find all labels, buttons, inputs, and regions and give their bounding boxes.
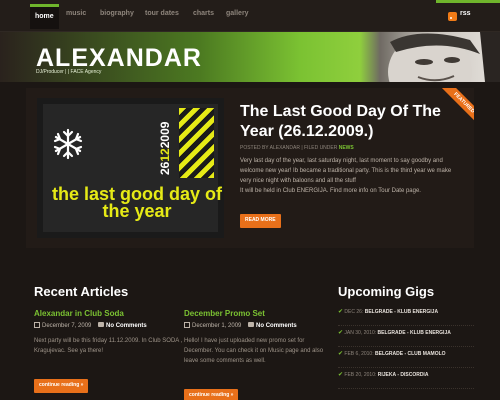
read-more-button[interactable]: READ MORE <box>240 214 281 228</box>
rss-link[interactable]: rss <box>460 10 471 17</box>
comment-icon <box>248 322 255 327</box>
poster-date: 26122009 <box>155 105 177 175</box>
nav-item-home[interactable]: home <box>30 4 59 29</box>
gig-venue: RIJEKA - DISCORDIA <box>377 372 429 378</box>
comment-icon <box>98 322 105 327</box>
poster-date-month: 12 <box>158 148 172 162</box>
nav-accent-bar <box>436 0 500 3</box>
gig-venue: BELGRADE - KLUB ENERGIJA <box>364 309 439 315</box>
nav-item-music[interactable]: music <box>66 10 86 17</box>
gig-date: FEB 20, 2010: <box>344 372 377 378</box>
article-excerpt: Next party will be this friday 11.12.200… <box>34 338 183 354</box>
poster-headline: the last good day of the year <box>52 184 223 221</box>
nav-item-biography[interactable]: biography <box>100 10 134 17</box>
article-meta: December 7, 2009 No Comments <box>34 322 147 329</box>
article-title[interactable]: Alexandar in Club Soda <box>34 309 124 318</box>
gig-item[interactable]: ✔ DEC 26: BELGRADE - KLUB ENERGIJA <box>338 306 474 326</box>
gig-item[interactable]: ✔ JAN 30, 2010: BELGRADE - KLUB ENERGIJA <box>338 327 474 347</box>
checkmark-icon: ✔ <box>338 309 344 315</box>
site-tagline: DJ/Producer | | FACE Agency <box>36 69 102 75</box>
continue-reading-button[interactable]: continue reading » <box>184 389 239 400</box>
article-excerpt: Hello! I have just uploaded new promo se… <box>184 338 324 364</box>
snowflake-icon <box>53 128 83 160</box>
article-date: December 7, 2009 <box>42 323 92 329</box>
nav-item-charts[interactable]: charts <box>193 10 214 17</box>
upcoming-gigs-heading: Upcoming Gigs <box>338 284 435 299</box>
recent-articles-heading: Recent Articles <box>34 284 129 299</box>
featured-excerpt-line2: It will be held in Club ENERGIJA. Find m… <box>240 188 421 194</box>
nav-item-gallery[interactable]: gallery <box>226 10 249 17</box>
featured-category-link[interactable]: NEWS <box>339 145 354 151</box>
gig-date: DEC 26: <box>344 309 364 315</box>
gig-item[interactable]: ✔ FEB 20, 2010: RIJEKA - DISCORDIA <box>338 369 474 389</box>
featured-excerpt-line1: Very last day of the year, last saturday… <box>240 158 452 184</box>
poster-date-day: 26 <box>158 161 172 175</box>
gig-venue: BELGRADE - CLUB MAMOLO <box>375 351 446 357</box>
article-comments-link[interactable]: No Comments <box>106 323 147 329</box>
featured-meta-prefix: POSTED BY ALEXANDAR | FILED UNDER <box>240 145 338 151</box>
checkmark-icon: ✔ <box>338 372 344 378</box>
article-title[interactable]: December Promo Set <box>184 309 265 318</box>
gig-item[interactable]: ✔ FEB 6, 2010: BELGRADE - CLUB MAMOLO <box>338 348 474 368</box>
continue-reading-button[interactable]: continue reading » <box>34 379 89 393</box>
featured-meta: POSTED BY ALEXANDAR | FILED UNDER NEWS <box>240 145 354 151</box>
article-date: December 1, 2009 <box>192 323 242 329</box>
featured-excerpt: Very last day of the year, last saturday… <box>240 156 460 196</box>
checkmark-icon: ✔ <box>338 351 344 357</box>
calendar-icon <box>184 322 190 328</box>
gig-date: JAN 30, 2010: <box>344 330 377 336</box>
gig-date: FEB 6, 2010: <box>344 351 374 357</box>
nav-item-tour-dates[interactable]: tour dates <box>145 10 179 17</box>
rss-icon[interactable] <box>448 12 457 21</box>
article-meta: December 1, 2009 No Comments <box>184 322 297 329</box>
poster-stripes <box>179 108 214 178</box>
gig-venue: BELGRADE - KLUB ENERGIJA <box>377 330 451 336</box>
article-comments-link[interactable]: No Comments <box>256 323 297 329</box>
poster-date-year: 2009 <box>158 121 172 149</box>
checkmark-icon: ✔ <box>338 330 344 336</box>
featured-title[interactable]: The Last Good Day Of The Year (26.12.200… <box>240 102 450 142</box>
artist-portrait-image <box>388 32 500 82</box>
calendar-icon <box>34 322 40 328</box>
